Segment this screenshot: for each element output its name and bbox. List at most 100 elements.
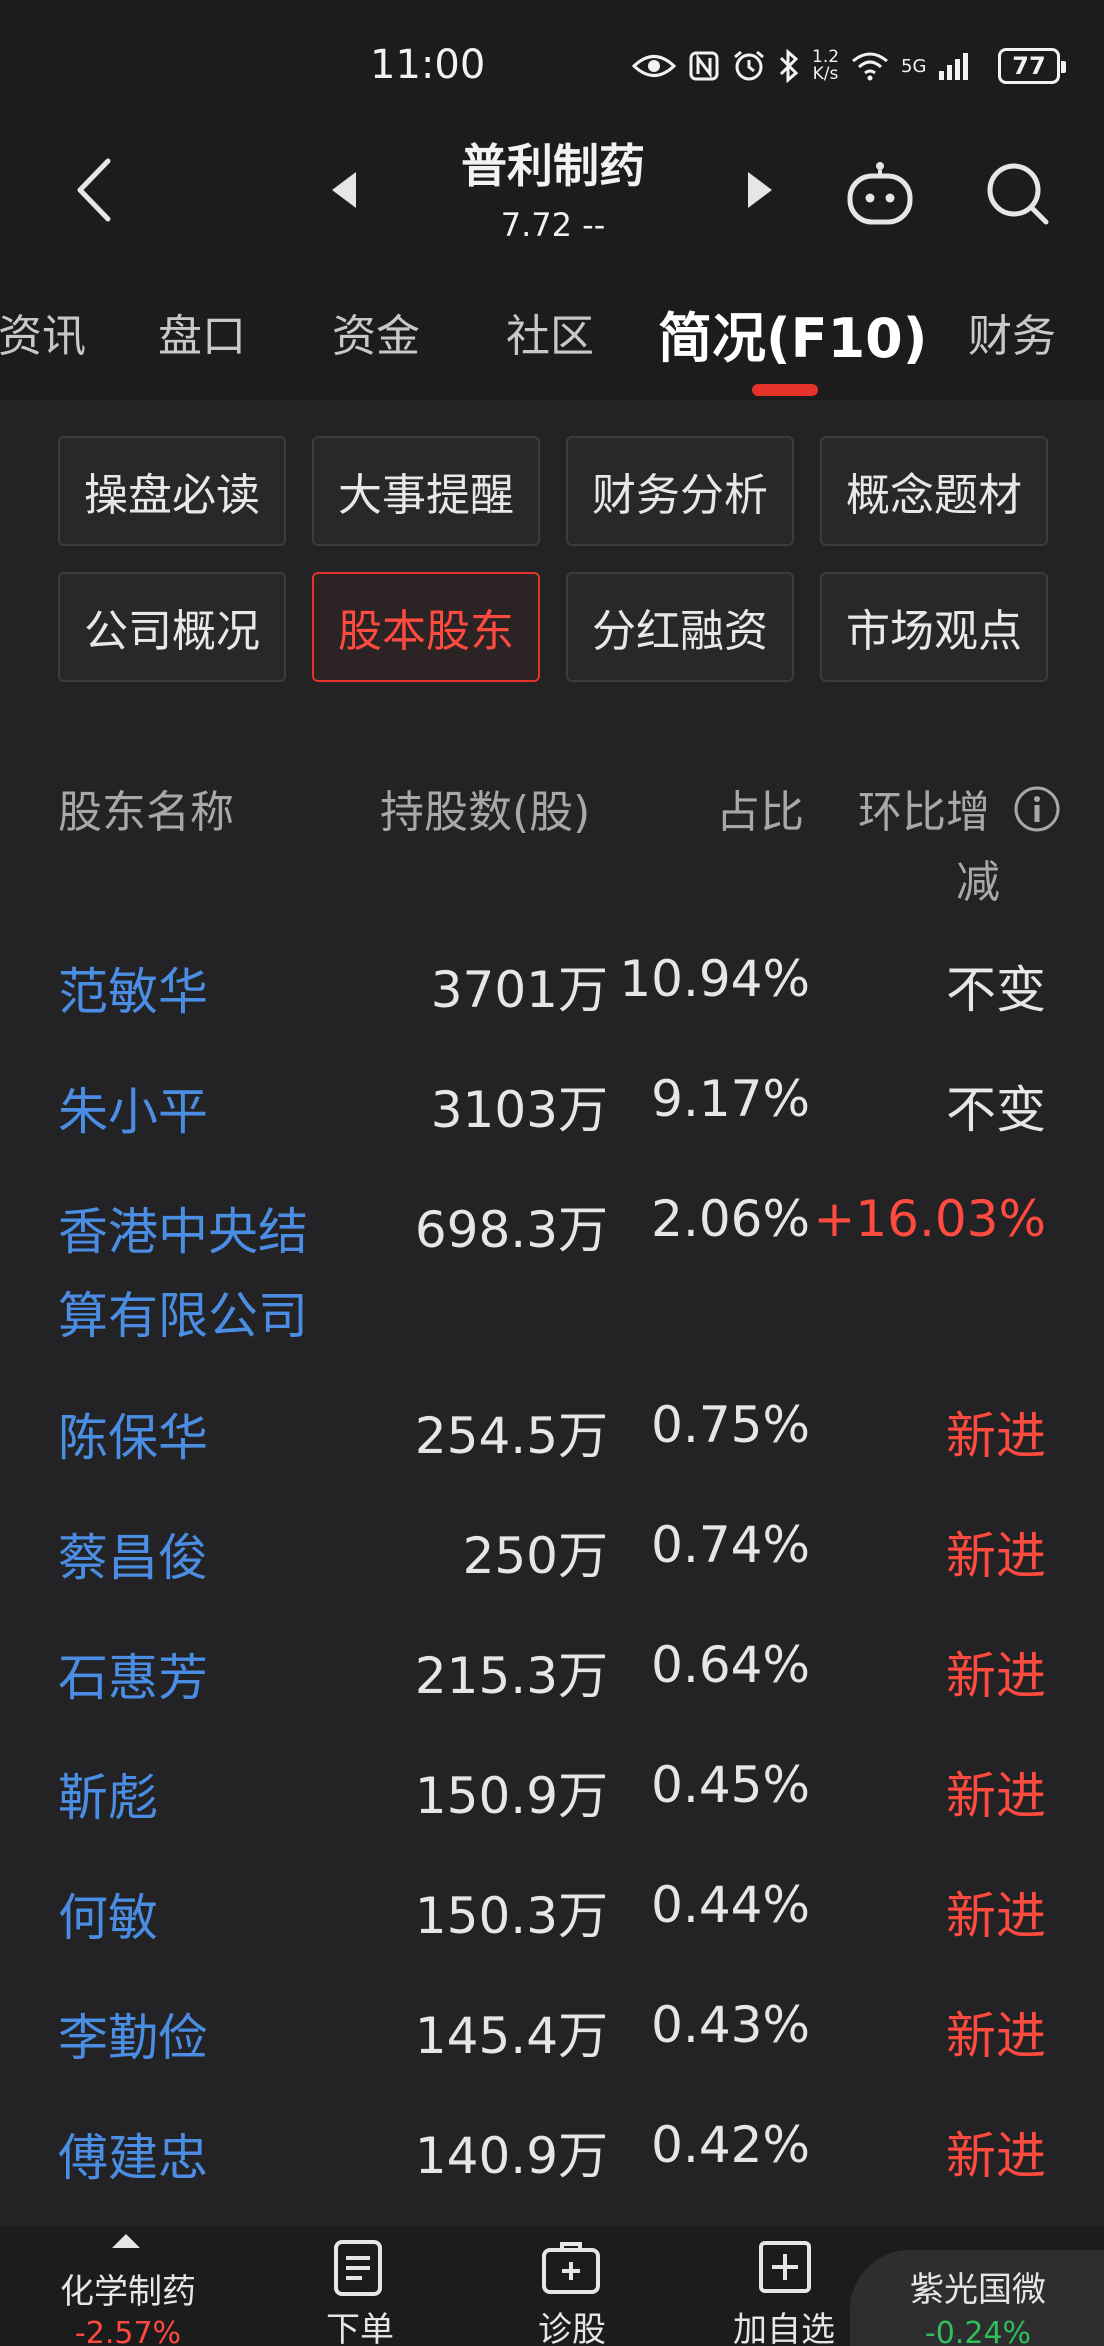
table-row[interactable]: 李勤俭 145.4万 0.43% 新进 [0,1996,1104,2116]
table-row[interactable]: 陈保华 254.5万 0.75% 新进 [0,1396,1104,1516]
shareholder-name[interactable]: 李勤俭 [58,1996,358,2080]
order-icon[interactable] [332,2238,384,2298]
sector-change: -2.57% [74,2316,182,2346]
col-header-change-cont: 减 [956,857,1000,908]
shares-held: 250万 [462,1527,608,1585]
nfc-icon [689,51,719,81]
add-watchlist-icon[interactable] [758,2240,812,2294]
diagnose-button[interactable]: 诊股 [482,2302,662,2346]
subnav-dividends-financing[interactable]: 分红融资 [566,572,794,682]
tab-order-book[interactable]: 盘口 [158,300,246,364]
shares-held: 3701万 [430,961,608,1019]
holding-change: 新进 [946,1527,1046,1585]
shareholder-name[interactable]: 石惠芳 [58,1636,358,1720]
prev-stock-icon[interactable] [326,168,362,212]
shares-held: 3103万 [430,1081,608,1139]
shares-held: 140.9万 [414,2127,608,2185]
tab-profile-f10[interactable]: 简况(F10) [658,294,927,373]
shares-held: 254.5万 [414,1407,608,1465]
table-row[interactable]: 蔡昌俊 250万 0.74% 新进 [0,1516,1104,1636]
active-tab-indicator [752,384,818,396]
subnav-financial-analysis[interactable]: 财务分析 [566,436,794,546]
tab-news[interactable]: 资讯 [0,300,86,364]
shares-held: 150.3万 [414,1887,608,1945]
network-type: 5G [901,55,927,77]
shareholder-name[interactable]: 傅建忠 [58,2116,358,2200]
shareholder-name[interactable]: 靳彪 [58,1756,358,1840]
holding-change: 新进 [946,1767,1046,1825]
back-icon[interactable] [70,155,118,225]
table-row[interactable]: 香港中央结算有限公司 698.3万 2.06% +16.03% [0,1190,1104,1370]
shares-held: 215.3万 [414,1647,608,1705]
tab-community[interactable]: 社区 [506,300,594,364]
shares-held: 150.9万 [414,1767,608,1825]
holding-change: 新进 [946,2007,1046,2065]
next-stock-icon[interactable] [742,168,778,212]
tab-funds[interactable]: 资金 [332,300,420,364]
holding-change: 不变 [946,961,1046,1019]
sector-label[interactable]: 化学制药 [38,2264,218,2313]
table-row[interactable]: 朱小平 3103万 9.17% 不变 [0,1070,1104,1190]
subnav-market-views[interactable]: 市场观点 [820,572,1048,682]
search-icon[interactable] [984,160,1052,228]
stock-change: -- [582,206,606,244]
subnav-company-overview[interactable]: 公司概况 [58,572,286,682]
holding-change: +16.03% [813,1190,1046,1248]
shareholder-name[interactable]: 何敏 [58,1876,358,1960]
status-time: 11:00 [370,42,486,88]
table-row[interactable]: 傅建忠 140.9万 0.42% 新进 [0,2116,1104,2236]
holding-ratio: 0.64% [651,1636,810,1694]
subnav-shareholders[interactable]: 股本股东 [312,572,540,682]
holding-ratio: 2.06% [651,1190,810,1248]
holding-ratio: 0.44% [651,1876,810,1934]
related-stock-change: -0.24% [924,2316,1032,2346]
stock-price-line: 7.72 -- [400,206,706,244]
battery-indicator: 77 [998,48,1066,84]
diagnose-icon[interactable] [540,2240,602,2296]
tab-bar: 资讯 盘口 资金 社区 简况(F10) 财务 [0,300,1104,370]
holding-ratio: 9.17% [651,1070,810,1128]
subnav-major-events[interactable]: 大事提醒 [312,436,540,546]
subnav-concepts[interactable]: 概念题材 [820,436,1048,546]
bluetooth-icon [779,49,799,83]
table-row[interactable]: 石惠芳 215.3万 0.64% 新进 [0,1636,1104,1756]
holding-change: 新进 [946,1647,1046,1705]
status-icons: 1.2 K/s 5G [632,44,969,88]
robot-assistant-icon[interactable] [844,160,916,226]
col-header-shares: 持股数(股) [380,787,591,838]
holding-ratio: 0.74% [651,1516,810,1574]
holding-ratio: 0.75% [651,1396,810,1454]
holding-change: 不变 [946,1081,1046,1139]
related-stock-name[interactable]: 紫光国微 [888,2262,1068,2311]
table-row[interactable]: 靳彪 150.9万 0.45% 新进 [0,1756,1104,1876]
wifi-icon [852,52,888,81]
eye-icon [632,55,676,77]
info-icon[interactable] [1012,784,1062,834]
signal-icon [939,53,969,80]
col-header-name: 股东名称 [58,787,234,838]
shares-held: 145.4万 [414,2007,608,2065]
shareholder-name[interactable]: 陈保华 [58,1396,358,1480]
stock-price: 7.72 [500,206,572,244]
subnav-trading-guide[interactable]: 操盘必读 [58,436,286,546]
table-row[interactable]: 范敏华 3701万 10.94% 不变 [0,950,1104,1070]
table-row[interactable]: 何敏 150.3万 0.44% 新进 [0,1876,1104,1996]
net-speed: 1.2 K/s [812,47,840,84]
col-header-ratio: 占比 [716,787,804,838]
stock-title: 普利制药 [461,139,645,193]
holding-ratio: 0.45% [651,1756,810,1814]
alarm-icon [734,50,764,81]
shareholder-name[interactable]: 范敏华 [58,950,358,1034]
order-button[interactable]: 下单 [270,2302,450,2346]
shares-held: 698.3万 [414,1201,608,1259]
holding-change: 新进 [946,1407,1046,1465]
tab-finance[interactable]: 财务 [968,300,1056,364]
holding-ratio: 0.43% [651,1996,810,2054]
holding-ratio: 0.42% [651,2116,810,2174]
shareholder-name[interactable]: 蔡昌俊 [58,1516,358,1600]
add-watchlist-button[interactable]: 加自选 [694,2302,874,2346]
shareholder-name[interactable]: 朱小平 [58,1070,358,1154]
shareholder-name[interactable]: 香港中央结算有限公司 [58,1190,338,1358]
col-header-change: 环比增 [858,787,990,838]
caret-up-icon [112,2234,140,2248]
